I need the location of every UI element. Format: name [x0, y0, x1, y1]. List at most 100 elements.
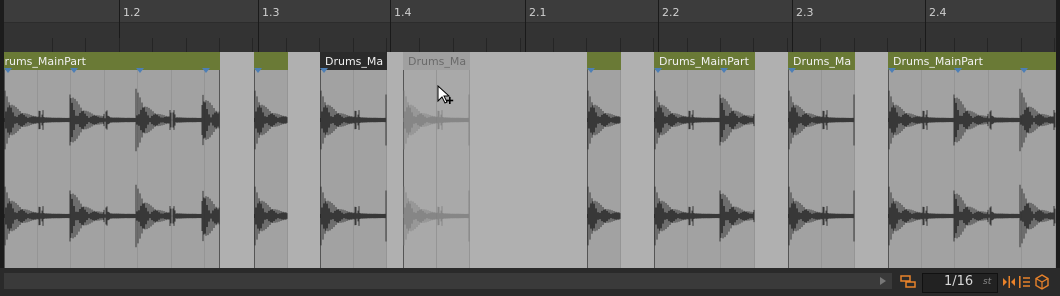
waveform-channel — [320, 90, 387, 150]
audio-clip[interactable]: Drums_MainPart — [4, 52, 220, 268]
audio-clip[interactable]: Drums_MainPart — [654, 52, 755, 268]
waveform-channel — [788, 90, 855, 150]
scroll-right-arrow-icon[interactable] — [880, 277, 886, 285]
footer-bar: 1/16 st — [0, 268, 1060, 296]
warp-marker-icon[interactable] — [320, 68, 328, 73]
clip-header[interactable]: Drums_Ma — [788, 52, 855, 70]
horizontal-scrollbar[interactable] — [4, 273, 892, 289]
waveform — [320, 90, 387, 246]
beat-tick — [887, 38, 888, 52]
waveform-channel — [254, 90, 288, 150]
clip-name: Drums_Ma — [408, 55, 467, 68]
warp-marker-icon[interactable] — [654, 68, 662, 73]
clip-header[interactable]: Drums_MainPart — [888, 52, 1056, 70]
arranger-frame: 1.2 1.3 1.4 2.1 2.2 2.3 2.4 Drums_MainPart Drum… — [0, 0, 1060, 296]
bar-tick — [525, 0, 526, 52]
grid-quantize-icon[interactable] — [900, 274, 918, 290]
bar-tick — [390, 0, 391, 52]
waveform — [254, 90, 288, 246]
empty-lane-gap[interactable] — [855, 52, 888, 268]
warp-marker-icon[interactable] — [888, 68, 896, 73]
beat-tick — [753, 38, 754, 52]
object-cube-icon[interactable] — [1035, 274, 1049, 290]
beat-tick — [787, 38, 788, 52]
beat-tick — [186, 38, 187, 52]
warp-marker-icon[interactable] — [954, 68, 962, 73]
empty-lane-gap[interactable] — [621, 52, 654, 268]
bar-label: 1.3 — [262, 6, 280, 19]
waveform — [888, 88, 1056, 248]
beat-tick — [419, 38, 420, 52]
pointer-plus-icon — [437, 85, 454, 104]
beat-tick — [820, 38, 821, 52]
clip-name: Drums_Ma — [325, 55, 384, 68]
snap-icon[interactable] — [1002, 274, 1016, 290]
audio-clip[interactable]: Drums_Ma — [788, 52, 855, 268]
clip-header[interactable]: Drums_MainPart — [4, 52, 220, 70]
warp-marker-icon[interactable] — [587, 68, 595, 73]
beat-tick — [854, 38, 855, 52]
waveform-channel — [587, 90, 621, 150]
waveform-channel — [254, 186, 288, 246]
beat-tick — [586, 38, 587, 52]
warp-marker-icon[interactable] — [4, 68, 12, 73]
beat-tick — [286, 38, 287, 52]
beat-tick — [720, 38, 721, 52]
audio-clip[interactable] — [254, 52, 288, 268]
clip-header[interactable]: Drums_Ma — [320, 52, 387, 70]
audio-clip[interactable]: Drums_Ma — [320, 52, 387, 268]
beat-tick — [453, 38, 454, 52]
waveform-channel — [788, 186, 855, 246]
clip-name: Drums_MainPart — [659, 55, 749, 68]
empty-lane-gap[interactable] — [220, 52, 254, 268]
beat-tick — [687, 38, 688, 52]
beat-tick — [987, 38, 988, 52]
beat-tick — [954, 38, 955, 52]
waveform — [4, 88, 220, 248]
waveform-channel — [587, 186, 621, 246]
beat-tick — [52, 38, 53, 52]
warp-marker-icon[interactable] — [254, 68, 262, 73]
empty-lane-gap[interactable] — [470, 52, 587, 268]
audio-clip[interactable]: Drums_MainPart — [888, 52, 1056, 268]
timeline-ruler[interactable]: 1.2 1.3 1.4 2.1 2.2 2.3 2.4 — [4, 0, 1056, 53]
audio-track-lane[interactable]: Drums_MainPart Drums_Ma Drums_Ma Drums_Main… — [4, 52, 1056, 268]
waveform-channel — [654, 186, 755, 246]
bar-label: 2.1 — [529, 6, 547, 19]
audio-clip[interactable] — [587, 52, 621, 268]
warp-marker-icon[interactable] — [788, 68, 796, 73]
clip-header[interactable]: Drums_MainPart — [654, 52, 755, 70]
beat-tick — [85, 38, 86, 52]
clip-name: Drums_MainPart — [893, 55, 983, 68]
warp-marker-icon[interactable] — [720, 68, 728, 73]
beat-tick — [1054, 38, 1055, 52]
beat-tick — [620, 38, 621, 52]
bar-label: 2.3 — [796, 6, 814, 19]
waveform-channel — [654, 90, 755, 150]
bar-label: 1.2 — [123, 6, 141, 19]
beat-tick — [653, 38, 654, 52]
bar-label: 2.4 — [929, 6, 947, 19]
waveform-channel — [888, 88, 1056, 152]
warp-marker-icon[interactable] — [70, 68, 78, 73]
clip-header[interactable]: Drums_Ma — [403, 52, 470, 70]
clip-name: Drums_MainPart — [4, 55, 86, 68]
empty-lane-gap[interactable] — [387, 52, 403, 268]
warp-marker-icon[interactable] — [202, 68, 210, 73]
empty-lane-gap[interactable] — [288, 52, 320, 268]
waveform-channel — [4, 184, 220, 248]
warp-marker-icon[interactable] — [136, 68, 144, 73]
waveform — [788, 90, 855, 246]
beat-tick — [353, 38, 354, 52]
grid-resolution-value: 1/16 — [944, 274, 974, 289]
ruler-beat-row — [4, 22, 1056, 53]
bar-tick — [258, 0, 259, 52]
warp-marker-icon[interactable] — [1020, 68, 1028, 73]
empty-lane-gap[interactable] — [755, 52, 788, 268]
adaptive-grid-icon[interactable] — [1018, 274, 1032, 290]
waveform-channel — [403, 186, 470, 246]
waveform — [654, 90, 755, 246]
bar-label: 2.2 — [662, 6, 680, 19]
beat-tick — [319, 38, 320, 52]
waveform-channel — [320, 186, 387, 246]
